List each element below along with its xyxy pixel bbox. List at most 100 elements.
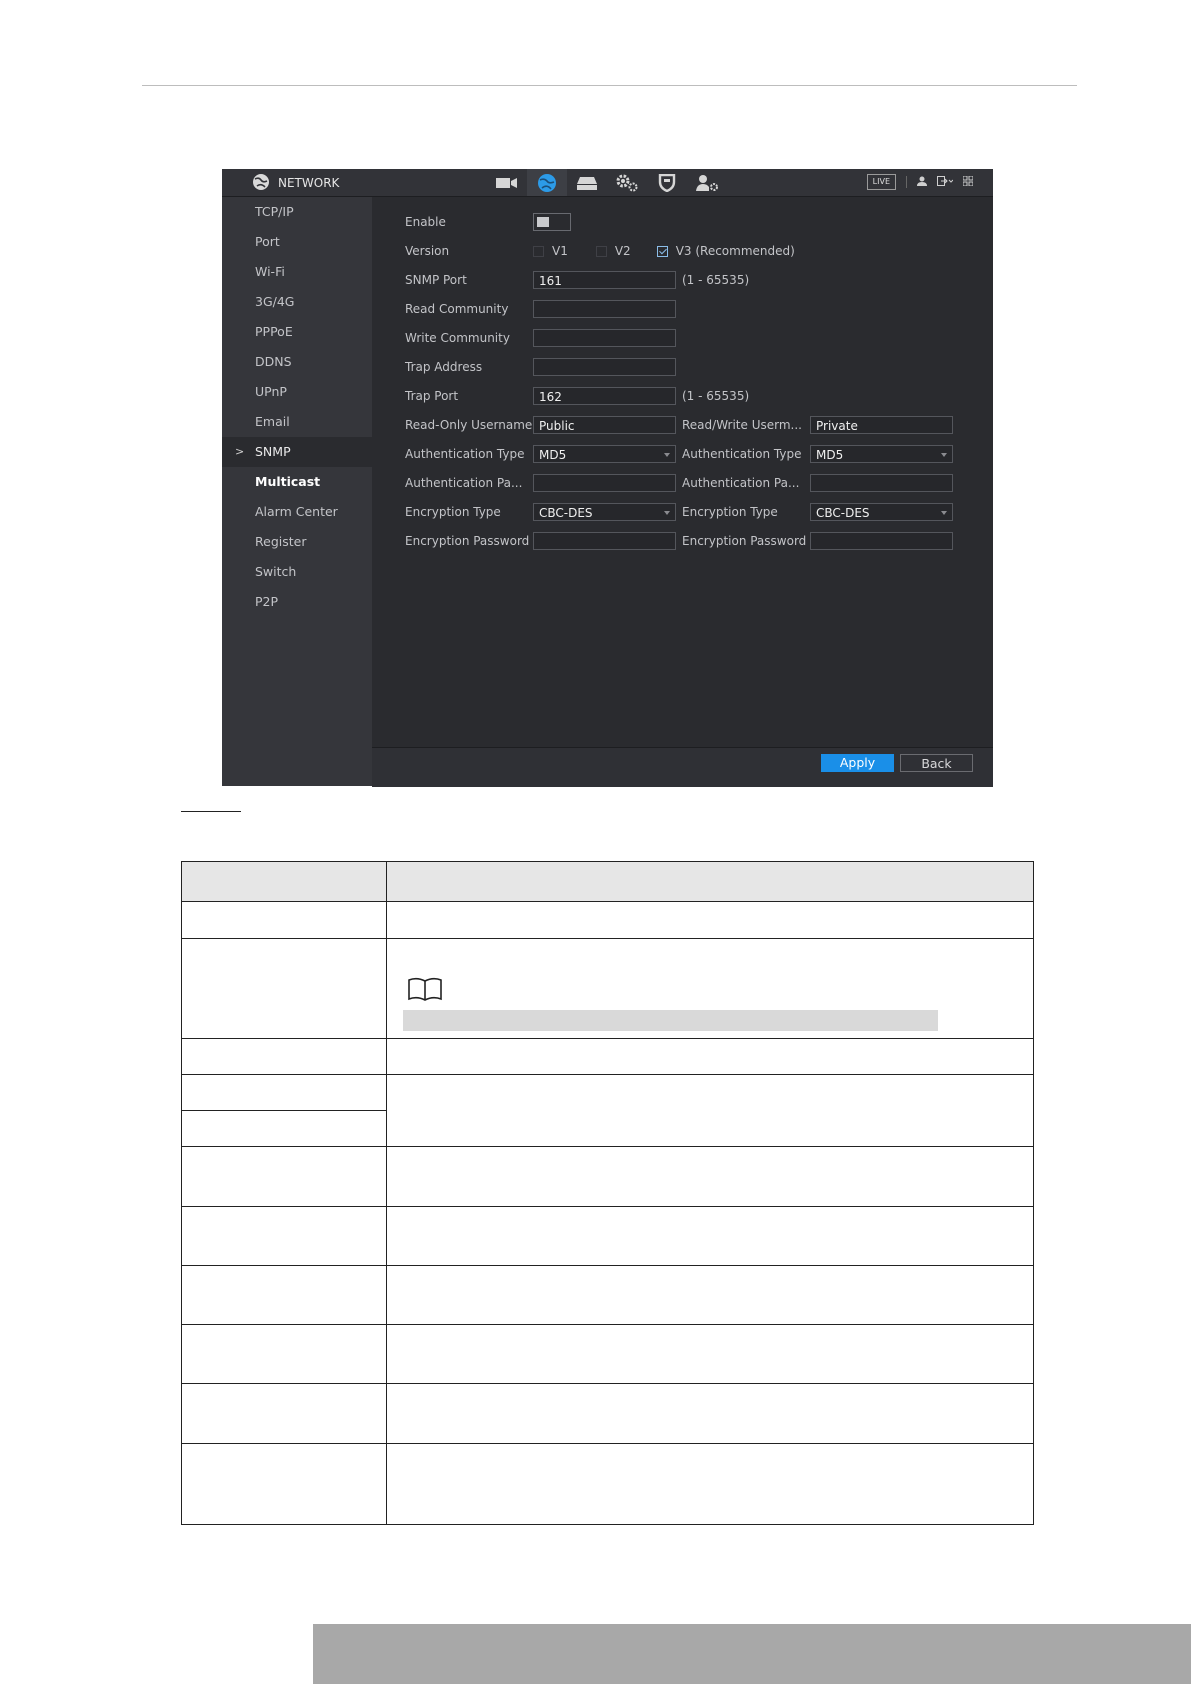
write-community-row: Write Community xyxy=(405,328,676,348)
version-v1: V1 xyxy=(533,244,568,258)
trap-port-label: Trap Port xyxy=(405,389,459,403)
sidebar: TCP/IP Port Wi-Fi 3G/4G PPPoE DDNS UPnP … xyxy=(222,197,372,786)
read-community-row: Read Community xyxy=(405,299,676,319)
write-community-input[interactable] xyxy=(533,329,676,347)
snmp-port-label: SNMP Port xyxy=(405,273,467,287)
rw-auth-password-label: Authentication Pa... xyxy=(682,476,800,490)
account-gear-icon[interactable] xyxy=(687,169,727,196)
page-header-rule xyxy=(142,85,1077,86)
user-icon[interactable] xyxy=(917,176,927,189)
version-v3: V3 (Recommended) xyxy=(656,244,795,258)
page-title: NETWORK xyxy=(278,176,340,190)
divider xyxy=(906,176,907,188)
menu-grid-icon[interactable] xyxy=(962,175,974,189)
toggle-knob xyxy=(537,217,549,227)
sidebar-item-multicast[interactable]: Multicast xyxy=(222,467,372,497)
sidebar-item-tcpip[interactable]: TCP/IP xyxy=(222,197,372,227)
read-community-label: Read Community xyxy=(405,302,509,316)
enc-type-row: Encryption Type CBC-DES Encryption Type … xyxy=(405,502,953,522)
logout-icon[interactable] xyxy=(937,175,954,189)
ro-username-input[interactable]: Public xyxy=(533,416,676,434)
snmp-settings-window: NETWORK LIVE TCP/IP Port Wi-Fi 3G/4G PPP… xyxy=(222,169,993,787)
caption-underline xyxy=(181,811,241,812)
auth-password-row: Authentication Pa... Authentication Pa..… xyxy=(405,473,953,493)
status-bar: LIVE xyxy=(866,174,974,190)
trap-port-range: (1 - 65535) xyxy=(682,389,750,403)
storage-icon[interactable] xyxy=(567,169,607,196)
shield-icon[interactable] xyxy=(647,169,687,196)
sidebar-item-wifi[interactable]: Wi-Fi xyxy=(222,257,372,287)
sidebar-item-p2p[interactable]: P2P xyxy=(222,587,372,617)
row-divider xyxy=(182,1324,1033,1325)
note-highlight xyxy=(403,1010,938,1031)
trap-port-input[interactable]: 162 xyxy=(533,387,676,405)
rw-enc-password-input[interactable] xyxy=(810,532,953,550)
parameter-table xyxy=(181,861,1034,1525)
settings-gears-icon[interactable] xyxy=(607,169,647,196)
v2-checkbox[interactable] xyxy=(595,245,607,257)
rw-enc-password-label: Encryption Password xyxy=(682,534,807,548)
page-footer-band xyxy=(313,1624,1191,1684)
sidebar-item-register[interactable]: Register xyxy=(222,527,372,557)
network-globe-icon[interactable] xyxy=(527,169,567,196)
ro-enc-type-select[interactable]: CBC-DES xyxy=(533,503,676,521)
trap-address-input[interactable] xyxy=(533,358,676,376)
row-divider xyxy=(182,901,1033,902)
version-label: Version xyxy=(405,244,450,258)
ro-auth-type-label: Authentication Type xyxy=(405,447,525,461)
v3-checkbox[interactable] xyxy=(656,245,668,257)
sidebar-item-switch[interactable]: Switch xyxy=(222,557,372,587)
network-globe-icon xyxy=(252,173,270,194)
row-divider xyxy=(182,938,1033,939)
enable-toggle[interactable] xyxy=(533,213,571,231)
footer-bar: Apply Back xyxy=(372,747,993,787)
row-divider xyxy=(182,1265,1033,1266)
brand: NETWORK xyxy=(252,173,339,193)
rw-username-input[interactable]: Private xyxy=(810,416,953,434)
column-divider xyxy=(386,862,387,1524)
ro-auth-password-label: Authentication Pa... xyxy=(405,476,523,490)
sidebar-item-snmp[interactable]: > SNMP xyxy=(222,437,372,467)
sidebar-item-alarm-center[interactable]: Alarm Center xyxy=(222,497,372,527)
rw-enc-type-select[interactable]: CBC-DES xyxy=(810,503,953,521)
row-divider xyxy=(182,1074,1033,1075)
main-nav xyxy=(487,169,727,196)
rw-auth-password-input[interactable] xyxy=(810,474,953,492)
sidebar-item-upnp[interactable]: UPnP xyxy=(222,377,372,407)
sidebar-item-port[interactable]: Port xyxy=(222,227,372,257)
rw-auth-type-select[interactable]: MD5 xyxy=(810,445,953,463)
rw-username-label: Read/Write Userm... xyxy=(682,418,802,432)
back-button[interactable]: Back xyxy=(900,754,973,772)
trap-address-row: Trap Address xyxy=(405,357,676,377)
ro-enc-password-label: Encryption Password xyxy=(405,534,530,548)
enc-password-row: Encryption Password Encryption Password xyxy=(405,531,953,551)
top-bar: NETWORK LIVE xyxy=(222,169,993,197)
row-divider xyxy=(182,1206,1033,1207)
ro-username-label: Read-Only Username xyxy=(405,418,533,432)
enable-label: Enable xyxy=(405,215,446,229)
ro-enc-password-input[interactable] xyxy=(533,532,676,550)
version-row: Version V1 V2 V3 (Recommended) xyxy=(405,241,823,261)
enable-row: Enable xyxy=(405,212,571,232)
camera-icon[interactable] xyxy=(487,169,527,196)
snmp-port-input[interactable]: 161 xyxy=(533,271,676,289)
chevron-right-icon: > xyxy=(235,445,245,458)
v1-checkbox[interactable] xyxy=(533,245,544,257)
ro-enc-type-label: Encryption Type xyxy=(405,505,501,519)
row-divider xyxy=(182,1383,1033,1384)
ro-auth-type-select[interactable]: MD5 xyxy=(533,445,676,463)
apply-button[interactable]: Apply xyxy=(821,754,894,772)
sidebar-item-email[interactable]: Email xyxy=(222,407,372,437)
sidebar-item-3g4g[interactable]: 3G/4G xyxy=(222,287,372,317)
sidebar-item-pppoe[interactable]: PPPoE xyxy=(222,317,372,347)
username-row: Read-Only Username Public Read/Write Use… xyxy=(405,415,953,435)
trap-address-label: Trap Address xyxy=(405,360,483,374)
live-button[interactable]: LIVE xyxy=(866,174,896,190)
read-community-input[interactable] xyxy=(533,300,676,318)
auth-type-row: Authentication Type MD5 Authentication T… xyxy=(405,444,953,464)
note-book-icon xyxy=(407,976,443,1006)
row-divider xyxy=(182,1146,1033,1147)
sidebar-item-ddns[interactable]: DDNS xyxy=(222,347,372,377)
ro-auth-password-input[interactable] xyxy=(533,474,676,492)
write-community-label: Write Community xyxy=(405,331,510,345)
